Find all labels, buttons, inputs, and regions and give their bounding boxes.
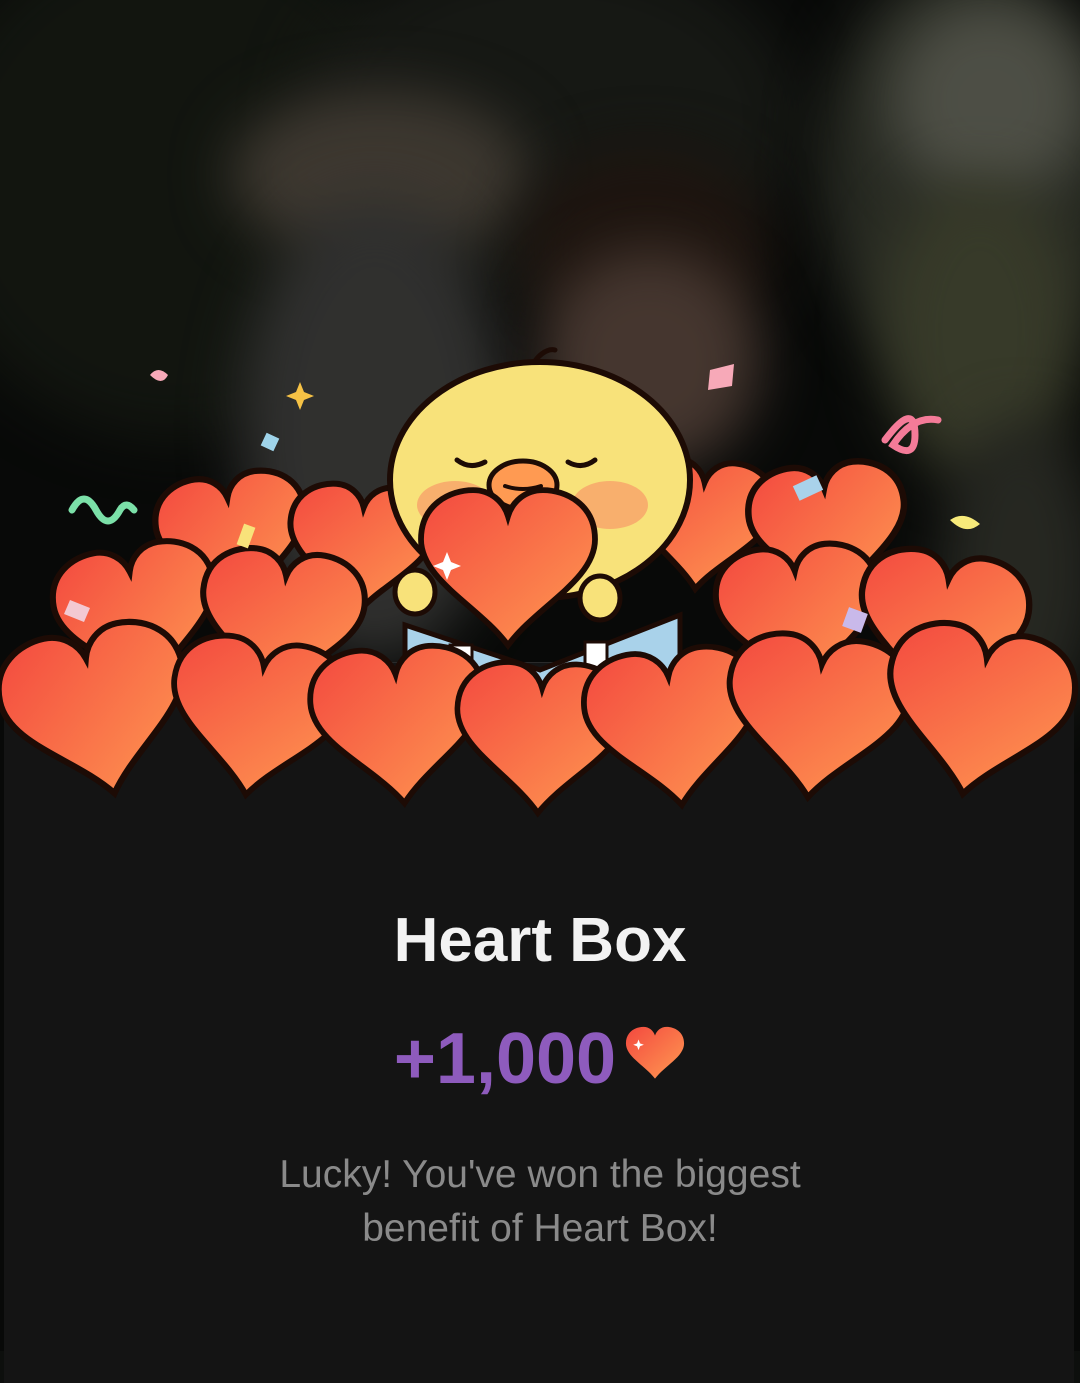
reward-message: Lucky! You've won the biggest benefit of… (0, 1148, 1080, 1256)
reward-message-line: benefit of Heart Box! (362, 1207, 718, 1250)
heart-icon (871, 614, 1080, 810)
heart-box-title: Heart Box (393, 906, 687, 975)
heart-icon (626, 1026, 685, 1079)
reward-row: +1,000 (0, 1018, 1080, 1100)
reward-amount: +1,000 (393, 1019, 617, 1099)
heart-icon (718, 628, 914, 806)
reward-message-line: Lucky! You've won the biggest (279, 1153, 801, 1196)
heart-icon (0, 612, 205, 813)
heart-box-illustration (0, 347, 1080, 850)
